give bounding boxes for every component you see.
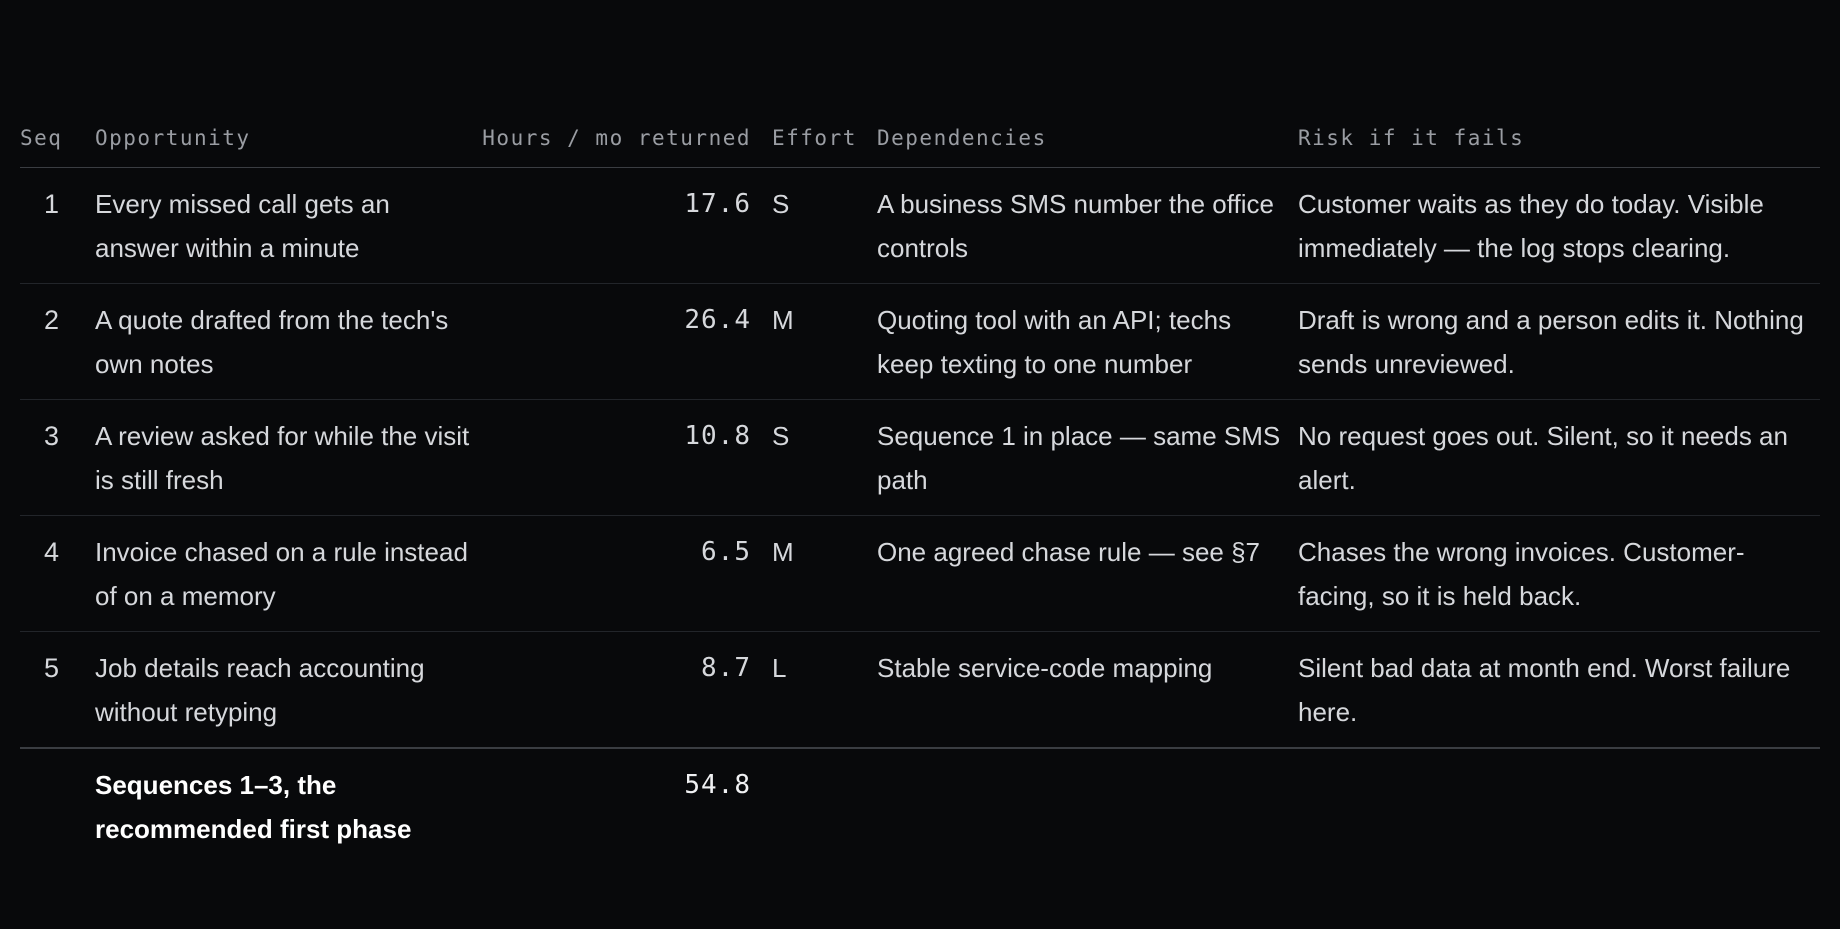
total-dependencies-empty: [877, 748, 1298, 851]
row-dependencies: One agreed chase rule — see §7: [877, 515, 1298, 632]
header-hours: Hours / mo returned: [475, 120, 772, 168]
table-row: 3 A review asked for while the visit is …: [20, 399, 1820, 516]
row-risk: Chases the wrong invoices. Customer-faci…: [1298, 515, 1820, 632]
row-dependencies: Sequence 1 in place — same SMS path: [877, 399, 1298, 516]
table-body: 1 Every missed call gets an answer withi…: [20, 167, 1820, 749]
header-opportunity: Opportunity: [95, 120, 475, 168]
header-effort: Effort: [772, 120, 877, 168]
row-effort: L: [772, 631, 877, 749]
row-opportunity: Invoice chased on a rule instead of on a…: [95, 515, 475, 632]
row-risk: Draft is wrong and a person edits it. No…: [1298, 283, 1820, 400]
table-row: 2 A quote drafted from the tech's own no…: [20, 283, 1820, 400]
total-hours: 54.8: [684, 770, 751, 800]
row-seq: 4: [20, 515, 95, 632]
opportunities-table: Seq Opportunity Hours / mo returned Effo…: [20, 120, 1820, 851]
row-dependencies: Stable service-code mapping: [877, 631, 1298, 749]
row-hours: 6.5: [475, 515, 772, 632]
table-row: 4 Invoice chased on a rule instead of on…: [20, 515, 1820, 632]
row-effort: M: [772, 283, 877, 400]
table-row: 5 Job details reach accounting without r…: [20, 631, 1820, 749]
row-hours: 10.8: [475, 399, 772, 516]
page: Seq Opportunity Hours / mo returned Effo…: [0, 0, 1840, 929]
row-effort: M: [772, 515, 877, 632]
row-seq: 3: [20, 399, 95, 516]
row-risk: No request goes out. Silent, so it needs…: [1298, 399, 1820, 516]
header-risk: Risk if it fails: [1298, 120, 1820, 168]
row-opportunity: A review asked for while the visit is st…: [95, 399, 475, 516]
total-effort-empty: [772, 748, 877, 851]
row-effort: S: [772, 167, 877, 284]
row-opportunity: Every missed call gets an answer within …: [95, 167, 475, 284]
row-hours: 8.7: [475, 631, 772, 749]
row-seq: 5: [20, 631, 95, 749]
row-risk: Customer waits as they do today. Visible…: [1298, 167, 1820, 284]
row-dependencies: A business SMS number the office control…: [877, 167, 1298, 284]
row-opportunity: Job details reach accounting without ret…: [95, 631, 475, 749]
row-hours: 17.6: [475, 167, 772, 284]
table-header: Seq Opportunity Hours / mo returned Effo…: [20, 120, 1820, 168]
header-row: Seq Opportunity Hours / mo returned Effo…: [20, 120, 1820, 168]
row-opportunity: A quote drafted from the tech's own note…: [95, 283, 475, 400]
total-label: Sequences 1–3, the recommended first pha…: [95, 770, 412, 844]
table-row: 1 Every missed call gets an answer withi…: [20, 167, 1820, 284]
total-row: Sequences 1–3, the recommended first pha…: [20, 748, 1820, 851]
total-risk-empty: [1298, 748, 1820, 851]
header-dependencies: Dependencies: [877, 120, 1298, 168]
header-seq: Seq: [20, 120, 95, 168]
total-seq-empty: [20, 748, 95, 851]
row-seq: 2: [20, 283, 95, 400]
row-effort: S: [772, 399, 877, 516]
table-footer: Sequences 1–3, the recommended first pha…: [20, 748, 1820, 851]
row-hours: 26.4: [475, 283, 772, 400]
row-risk: Silent bad data at month end. Worst fail…: [1298, 631, 1820, 749]
row-seq: 1: [20, 167, 95, 284]
row-dependencies: Quoting tool with an API; techs keep tex…: [877, 283, 1298, 400]
